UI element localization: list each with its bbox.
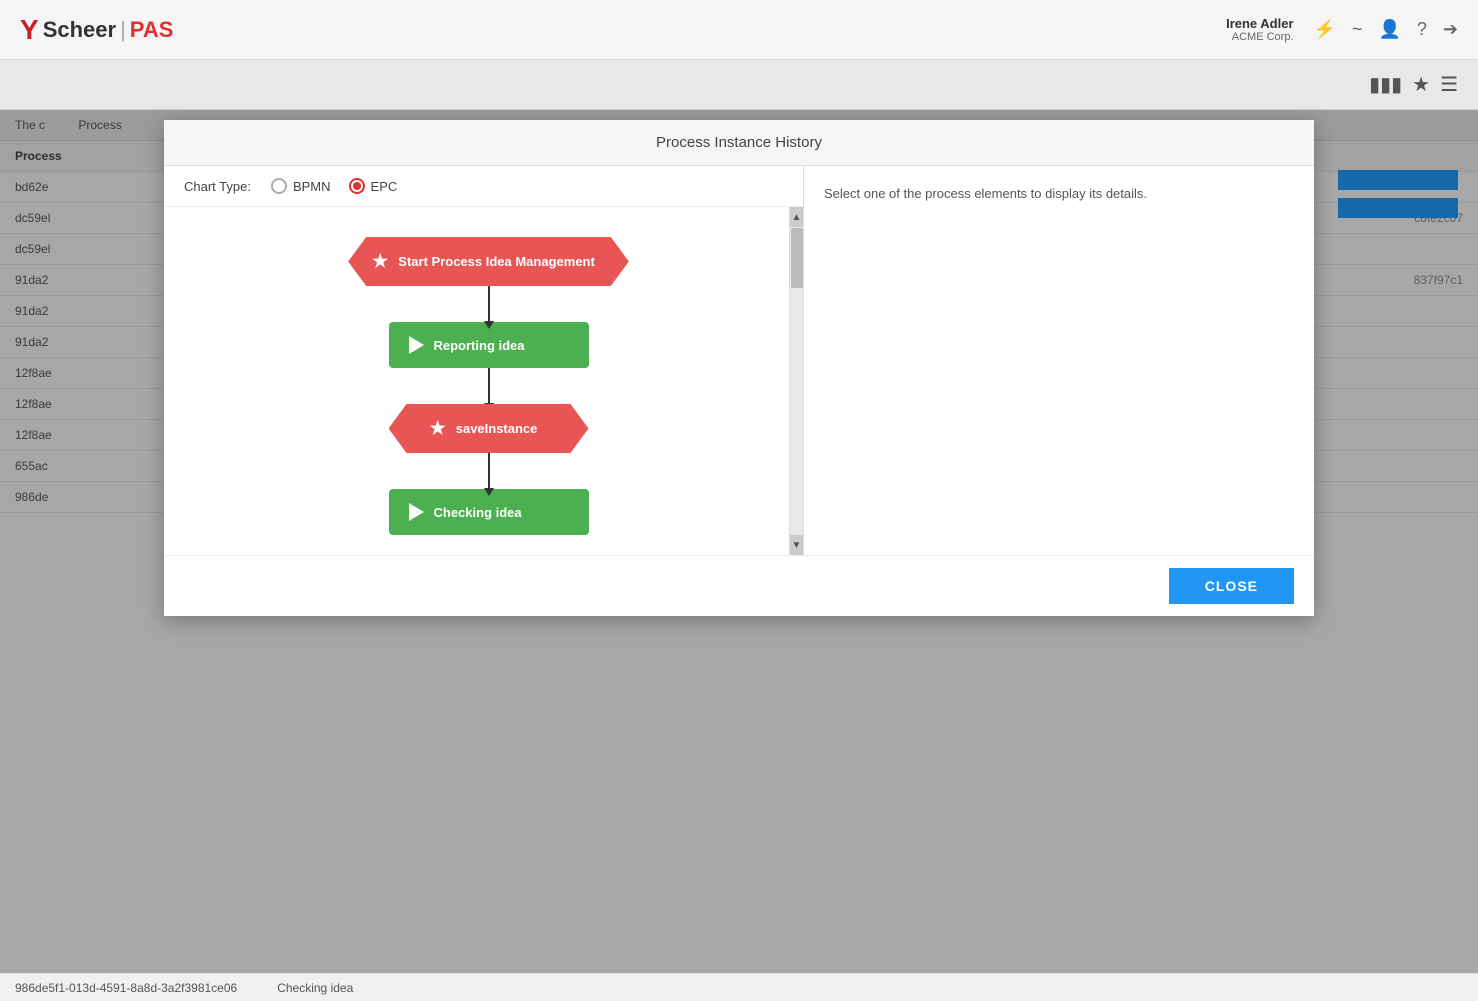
epc-radio[interactable]: EPC <box>349 178 398 194</box>
save-event-star-icon: ★ <box>430 418 446 439</box>
start-event-star-icon: ★ <box>372 251 388 272</box>
bpmn-label: BPMN <box>293 179 331 194</box>
scroll-track <box>790 227 804 555</box>
arrow-1 <box>488 286 490 322</box>
detail-placeholder: Select one of the process elements to di… <box>824 186 1147 201</box>
modal-footer: CLOSE <box>164 555 1314 616</box>
scroll-thumb[interactable] <box>791 228 803 288</box>
chart-panel: Chart Type: BPMN EPC <box>164 166 804 555</box>
checking-play-icon <box>409 503 424 521</box>
modal-dialog: Process Instance History Chart Type: BPM… <box>164 120 1314 616</box>
nav-icons: ⚡ ~ 👤 ? ➔ <box>1314 19 1458 40</box>
epc-diagram: ★ Start Process Idea Management <box>164 207 803 555</box>
user-info: Irene Adler ACME Corp. <box>1226 16 1293 43</box>
logo-v-icon: Y <box>20 14 39 46</box>
checking-idea-label: Checking idea <box>434 505 522 520</box>
status-label: Checking idea <box>277 981 353 995</box>
start-event-label: Start Process Idea Management <box>398 254 595 269</box>
close-button[interactable]: CLOSE <box>1169 568 1294 604</box>
start-event-node[interactable]: ★ Start Process Idea Management <box>348 237 629 286</box>
epc-radio-circle[interactable] <box>349 178 365 194</box>
bpmn-radio[interactable]: BPMN <box>271 178 331 194</box>
chart-type-bar: Chart Type: BPMN EPC <box>164 166 803 207</box>
bar-chart-icon[interactable]: ▮▮▮ <box>1369 72 1402 97</box>
status-id: 986de5f1-013d-4591-8a8d-3a2f3981ce06 <box>15 981 237 995</box>
nav-right: Irene Adler ACME Corp. ⚡ ~ 👤 ? ➔ <box>1226 16 1458 43</box>
logo: Y Scheer | PAS <box>20 14 173 46</box>
navbar: Y Scheer | PAS Irene Adler ACME Corp. ⚡ … <box>0 0 1478 60</box>
logo-separator: | <box>120 17 126 43</box>
main-area: The c Process Process bd62e dc59elcbfe2c… <box>0 110 1478 1001</box>
save-instance-node[interactable]: ★ saveInstance <box>389 404 589 453</box>
status-bar: 986de5f1-013d-4591-8a8d-3a2f3981ce06 Che… <box>0 973 1478 1001</box>
epc-label: EPC <box>371 179 398 194</box>
detail-panel: Select one of the process elements to di… <box>804 166 1314 555</box>
user-company: ACME Corp. <box>1226 31 1293 43</box>
secondary-toolbar: ▮▮▮ ★ ☰ <box>0 60 1478 110</box>
modal-body: Chart Type: BPMN EPC <box>164 166 1314 555</box>
logo-pas: PAS <box>130 17 174 43</box>
logout-icon[interactable]: ➔ <box>1443 19 1458 40</box>
modal-overlay: Process Instance History Chart Type: BPM… <box>0 110 1478 1001</box>
help-icon[interactable]: ? <box>1417 19 1427 40</box>
chart-scroll-container: ▲ ▼ ★ Start Pro <box>164 207 803 555</box>
list-icon[interactable]: ☰ <box>1440 72 1458 97</box>
reporting-idea-label: Reporting idea <box>434 338 525 353</box>
arrow-2 <box>488 368 490 404</box>
share-icon[interactable]: ⚡ <box>1314 19 1336 40</box>
reporting-play-icon <box>409 336 424 354</box>
user-icon[interactable]: 👤 <box>1378 19 1400 40</box>
bpmn-radio-circle[interactable] <box>271 178 287 194</box>
arrow-3 <box>488 453 490 489</box>
scrollbar-right[interactable]: ▲ ▼ <box>789 207 803 555</box>
logo-scheer: Scheer <box>43 17 116 43</box>
star-chart-icon[interactable]: ★ <box>1412 72 1430 97</box>
modal-title: Process Instance History <box>656 134 822 151</box>
user-name: Irene Adler <box>1226 16 1293 31</box>
scroll-down-btn[interactable]: ▼ <box>790 535 804 555</box>
chart-type-label: Chart Type: <box>184 179 251 194</box>
scroll-up-btn[interactable]: ▲ <box>790 207 804 227</box>
modal-header: Process Instance History <box>164 120 1314 166</box>
radio-group: BPMN EPC <box>271 178 397 194</box>
activity-icon[interactable]: ~ <box>1352 19 1363 40</box>
save-instance-label: saveInstance <box>456 421 538 436</box>
